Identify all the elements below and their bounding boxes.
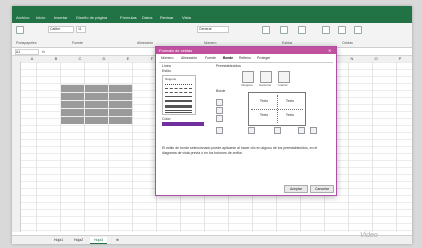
number-format: General [199,27,212,31]
line-section-label: Línea [162,64,171,68]
dialog-tabs: Número Alineación Fuente Borde Relleno P… [159,56,333,63]
ok-button[interactable]: Aceptar [284,185,308,193]
group-fuente: Fuente [72,41,83,45]
selected-range[interactable] [60,84,132,124]
preset-inside-label: Interior [278,83,288,87]
tab-proteger[interactable]: Proteger [257,56,270,60]
delete-cells-icon[interactable] [338,26,346,34]
sheet-tab[interactable]: Hoja2 [70,237,87,243]
group-numero: Número [204,41,217,45]
group-estilos: Estilos [282,41,293,45]
border-right-button[interactable] [298,127,305,134]
line-style-option[interactable] [165,92,192,93]
tab-inicio[interactable]: Inicio [36,15,45,20]
presets-label: Preestablecidos [216,64,241,68]
line-style-list[interactable]: Ninguno [162,75,196,115]
line-style-option[interactable] [165,96,192,97]
border-diagonal-down-button[interactable] [310,127,317,134]
ribbon-tabs: Archivo Inicio Insertar Diseño de página… [12,14,412,23]
row-headers [12,62,21,232]
sheet-tab[interactable]: Hoja1 [50,237,67,243]
column-header[interactable]: D [92,56,116,61]
title-bar [12,6,412,14]
column-header[interactable]: C [68,56,92,61]
border-bottom-button[interactable] [216,115,223,122]
tab-alineacion[interactable]: Alineación [181,56,197,60]
color-picker[interactable] [162,122,204,126]
color-label: Color: [162,117,172,121]
format-cells-icon[interactable] [354,26,362,34]
dialog-description: El estilo de borde seleccionado puede ap… [162,146,318,155]
tab-archivo[interactable]: Archivo [16,15,29,20]
insert-cells-icon[interactable] [322,26,330,34]
tab-revisar[interactable]: Revisar [160,15,174,20]
line-style-option[interactable] [165,88,192,89]
preset-none-button[interactable] [242,71,254,83]
paste-icon[interactable] [16,26,24,34]
column-header[interactable]: B [44,56,68,61]
line-style-option[interactable] [165,84,192,85]
tab-insertar[interactable]: Insertar [54,15,68,20]
border-left-button[interactable] [248,127,255,134]
tab-numero[interactable]: Número [161,56,173,60]
font-name-box[interactable]: Calibri [48,26,74,33]
name-box[interactable]: A1 [15,49,39,55]
border-top-button[interactable] [216,99,223,106]
border-preview[interactable]: Texto Texto Texto Texto [248,92,306,126]
dialog-title-bar: Formato de celdas ✕ [156,47,336,54]
font-size-box[interactable]: 11 [76,26,86,33]
column-header[interactable]: E [116,56,140,61]
video-watermark: Video [360,232,378,239]
border-label: Borde [216,89,226,93]
preset-none-label: Ninguno [241,83,253,87]
column-header[interactable]: P [388,56,412,61]
style-label: Estilo: [162,69,172,73]
fx-icon: fx [42,49,46,54]
border-middle-button[interactable] [216,107,223,114]
border-center-button[interactable] [274,127,281,134]
table-format-icon[interactable] [280,26,288,34]
tab-formulas[interactable]: Fórmulas [120,15,137,20]
preview-inner-horizontal [251,109,303,110]
line-style-option[interactable] [165,105,192,108]
conditional-format-icon[interactable] [262,26,270,34]
number-format-box[interactable]: General [197,26,229,33]
preview-text: Texto [285,99,295,103]
cell-styles-icon[interactable] [298,26,306,34]
tab-relleno[interactable]: Relleno [239,56,251,60]
excel-window: Archivo Inicio Insertar Diseño de página… [12,6,412,244]
preview-text: Texto [259,99,269,103]
column-header[interactable]: O [364,56,388,61]
preset-outline-button[interactable] [260,71,272,83]
format-cells-dialog: Formato de celdas ✕ Número Alineación Fu… [155,46,337,196]
group-alineacion: Alineación [137,41,154,45]
tab-borde[interactable]: Borde [223,56,233,60]
preset-inside-button[interactable] [278,71,290,83]
tab-diseno[interactable]: Diseño de página [76,15,107,20]
group-celdas: Celdas [342,41,353,45]
font-size: 11 [78,27,82,31]
tab-datos[interactable]: Datos [142,15,152,20]
close-icon[interactable]: ✕ [328,48,331,53]
column-header[interactable]: N [340,56,364,61]
line-style-option[interactable] [165,100,192,102]
preview-text: Texto [259,113,269,117]
style-none[interactable]: Ninguno [165,77,176,81]
sheet-tab-bar: Hoja1 Hoja2 Hoja3 ⊕ [12,235,412,244]
border-diagonal-up-button[interactable] [216,127,223,134]
add-sheet-icon[interactable]: ⊕ [112,237,123,243]
column-header[interactable]: A [20,56,44,61]
ribbon: Calibri 11 General Portapapeles Fuente A… [12,23,412,48]
cancel-button[interactable]: Cancelar [310,185,334,193]
tab-vista[interactable]: Vista [182,15,191,20]
sheet-tab-active[interactable]: Hoja3 [90,237,108,244]
font-name: Calibri [50,27,60,31]
tab-fuente[interactable]: Fuente [205,56,216,60]
preview-text: Texto [285,113,295,117]
line-style-option[interactable] [165,110,192,113]
group-portapapeles: Portapapeles [16,41,37,45]
preset-outline-label: Contorno [258,83,272,87]
dialog-title: Formato de celdas [159,48,193,53]
